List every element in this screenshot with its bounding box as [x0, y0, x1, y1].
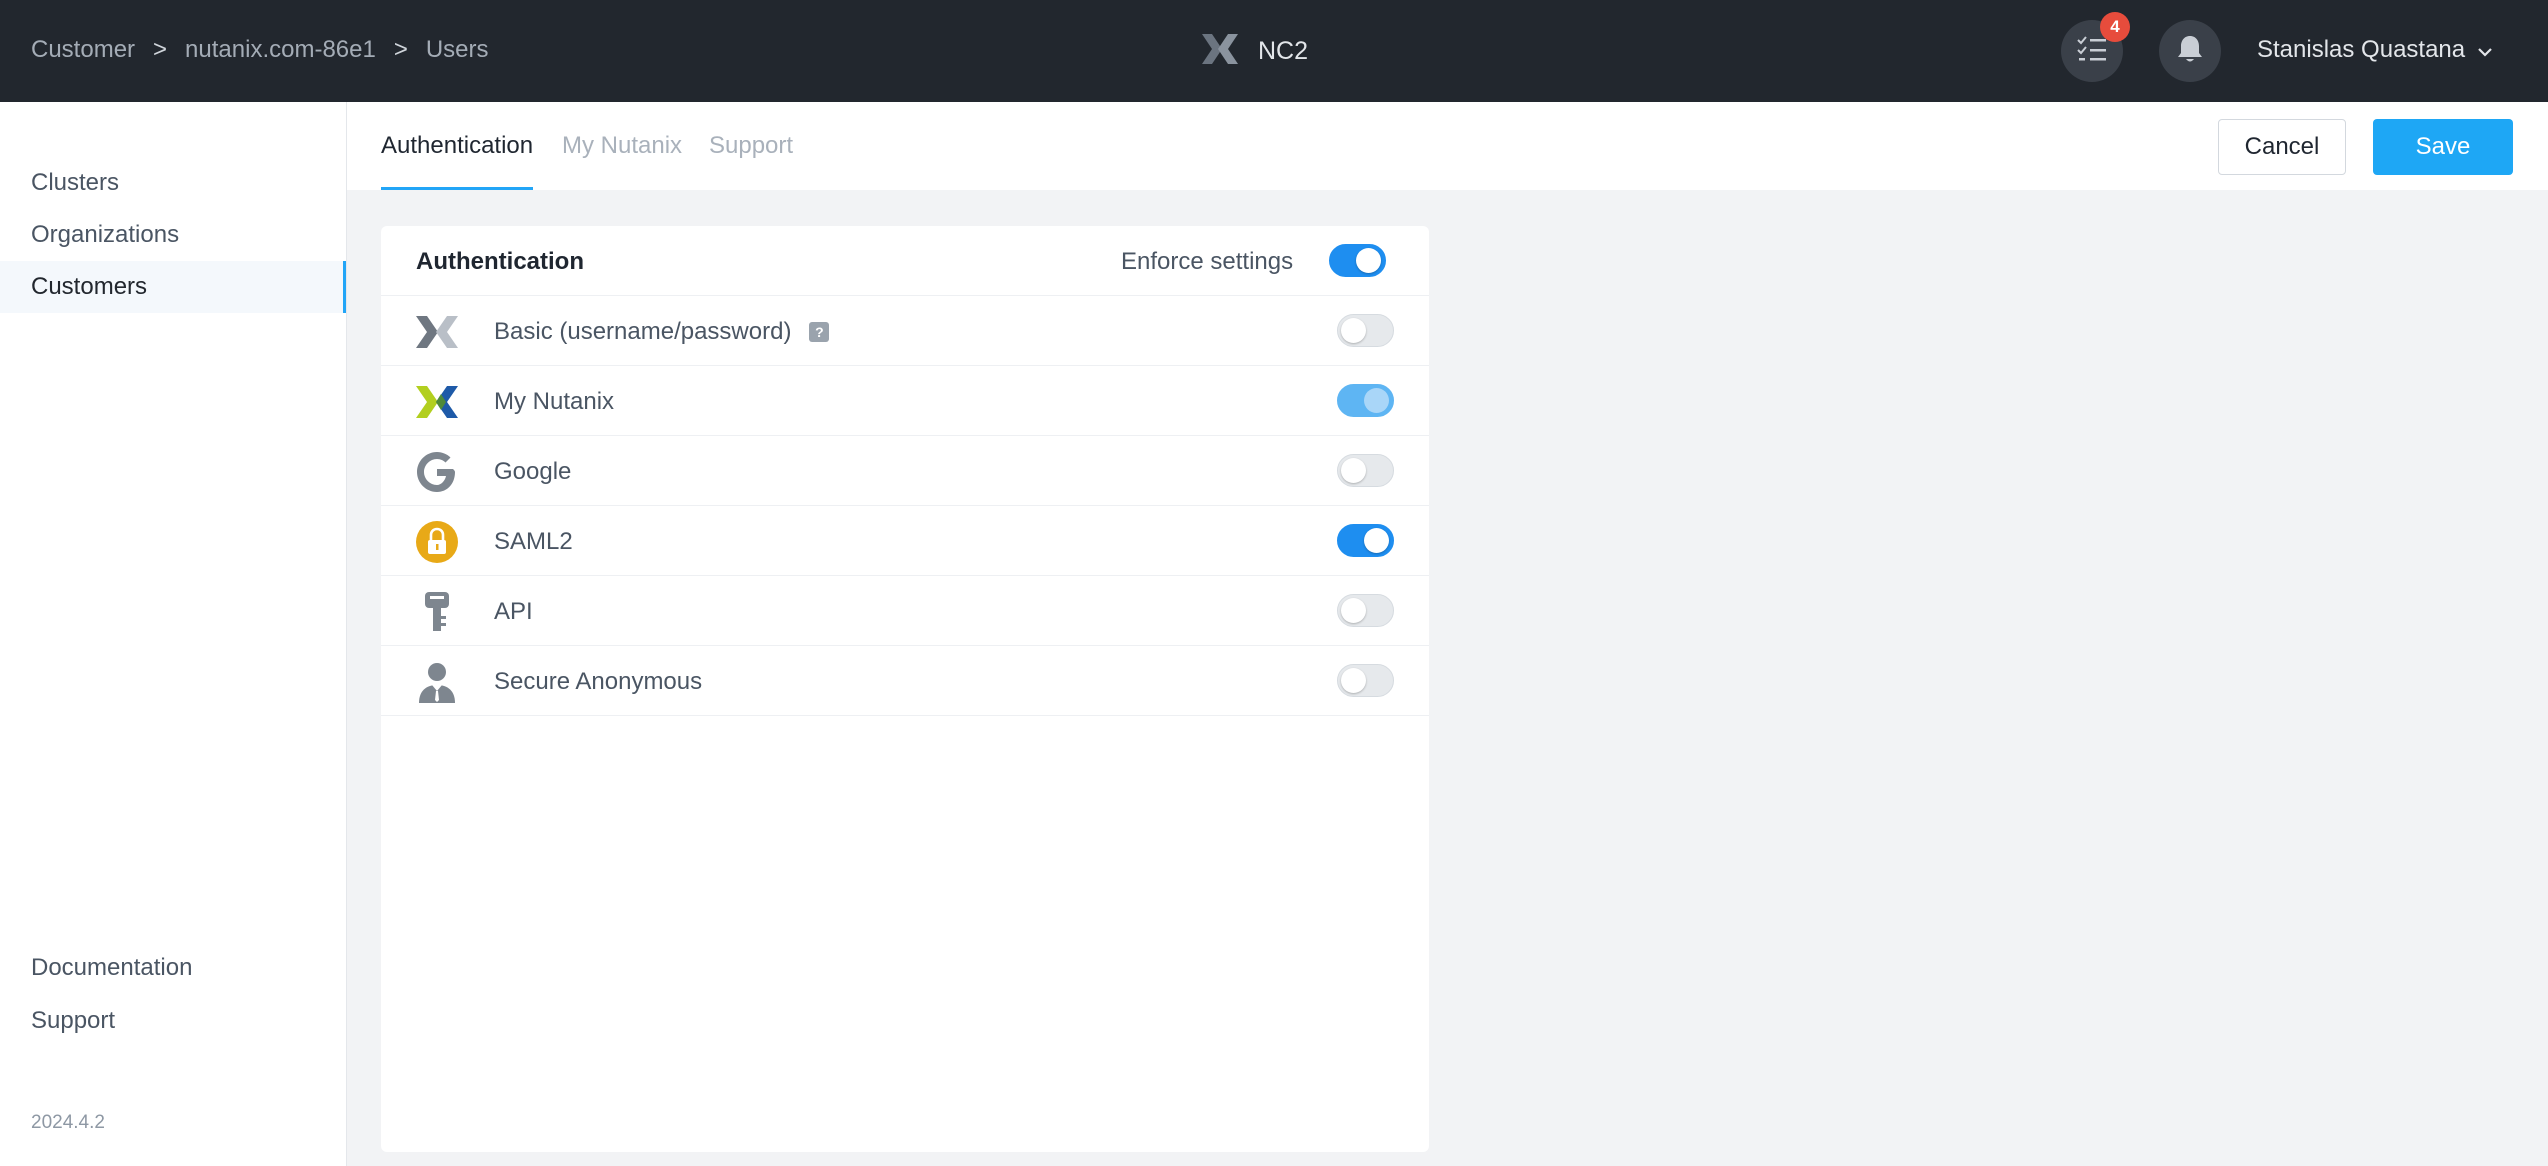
- auth-method-label: My Nutanix: [494, 388, 615, 415]
- key-icon: [415, 590, 459, 634]
- brand-name: NC2: [1258, 37, 1309, 65]
- api-toggle[interactable]: [1337, 594, 1394, 627]
- auth-method-row: Basic (username/password) ?: [381, 296, 1429, 366]
- bell-icon: [2176, 34, 2204, 69]
- app-version: 2024.4.2: [31, 1112, 105, 1133]
- chevron-down-icon: [2477, 36, 2493, 64]
- tab-authentication[interactable]: Authentication: [381, 102, 534, 190]
- anonymous-user-icon: [415, 660, 459, 704]
- sidebar-item-clusters[interactable]: Clusters: [0, 157, 346, 209]
- brand: NC2: [1200, 32, 1308, 71]
- auth-method-row: My Nutanix: [381, 366, 1429, 436]
- tab-my-nutanix[interactable]: My Nutanix: [562, 102, 682, 190]
- basic-auth-label: Basic (username/password): [494, 318, 792, 345]
- breadcrumb-org[interactable]: nutanix.com-86e1: [185, 36, 376, 64]
- top-bar: Customer > nutanix.com-86e1 > Users NC2 …: [0, 0, 2548, 102]
- task-count-badge: 4: [2100, 12, 2130, 42]
- sidebar-item-organizations[interactable]: Organizations: [0, 209, 346, 261]
- toggle-knob: [1341, 458, 1366, 483]
- user-menu[interactable]: Stanislas Quastana: [2257, 36, 2493, 64]
- google-g-icon: [415, 450, 459, 494]
- secure-anonymous-toggle[interactable]: [1337, 664, 1394, 697]
- help-icon[interactable]: ?: [809, 322, 830, 342]
- sidebar-item-documentation[interactable]: Documentation: [0, 942, 346, 994]
- toggle-knob: [1341, 668, 1366, 693]
- save-button[interactable]: Save: [2373, 119, 2513, 175]
- google-toggle[interactable]: [1337, 454, 1394, 487]
- auth-method-label: API: [494, 598, 533, 625]
- enforce-settings-label: Enforce settings: [1121, 248, 1294, 275]
- basic-auth-toggle[interactable]: [1337, 314, 1394, 347]
- sidebar: Clusters Organizations Customers Documen…: [0, 102, 347, 1166]
- breadcrumb-customer[interactable]: Customer: [31, 36, 135, 64]
- toggle-knob: [1341, 318, 1366, 343]
- nutanix-logo-icon: [1200, 32, 1240, 71]
- user-name: Stanislas Quastana: [2257, 36, 2466, 63]
- auth-method-label: SAML2: [494, 528, 573, 555]
- breadcrumb-separator: >: [153, 36, 168, 63]
- breadcrumb-separator: >: [393, 36, 408, 63]
- tab-support[interactable]: Support: [709, 102, 793, 190]
- notifications-button[interactable]: [2159, 20, 2221, 82]
- toggle-knob: [1356, 248, 1381, 273]
- sidebar-item-support[interactable]: Support: [0, 995, 346, 1047]
- panel-header: Authentication Enforce settings: [381, 226, 1429, 296]
- breadcrumb-users: Users: [425, 36, 489, 63]
- auth-method-row: Google: [381, 436, 1429, 506]
- toggle-knob: [1364, 388, 1389, 413]
- sidebar-item-customers[interactable]: Customers: [0, 261, 346, 313]
- toggle-knob: [1364, 528, 1389, 553]
- auth-method-label: Basic (username/password) ?: [494, 318, 830, 346]
- task-list-icon: [2077, 35, 2107, 67]
- lock-icon: [415, 520, 459, 564]
- saml2-toggle[interactable]: [1337, 524, 1394, 557]
- toggle-knob: [1341, 598, 1366, 623]
- cancel-button[interactable]: Cancel: [2218, 119, 2346, 175]
- auth-method-row: SAML2: [381, 506, 1429, 576]
- auth-method-row: Secure Anonymous: [381, 646, 1429, 716]
- enforce-settings-toggle[interactable]: [1329, 244, 1386, 277]
- nutanix-x-color-icon: [415, 380, 459, 424]
- panel-title: Authentication: [416, 248, 584, 275]
- authentication-panel: Authentication Enforce settings Basic (u…: [381, 226, 1429, 1152]
- auth-method-row: API: [381, 576, 1429, 646]
- auth-method-label: Secure Anonymous: [494, 668, 703, 695]
- breadcrumb: Customer > nutanix.com-86e1 > Users: [31, 36, 489, 64]
- my-nutanix-toggle[interactable]: [1337, 384, 1394, 417]
- nutanix-x-gray-icon: [415, 310, 459, 354]
- auth-method-label: Google: [494, 458, 572, 485]
